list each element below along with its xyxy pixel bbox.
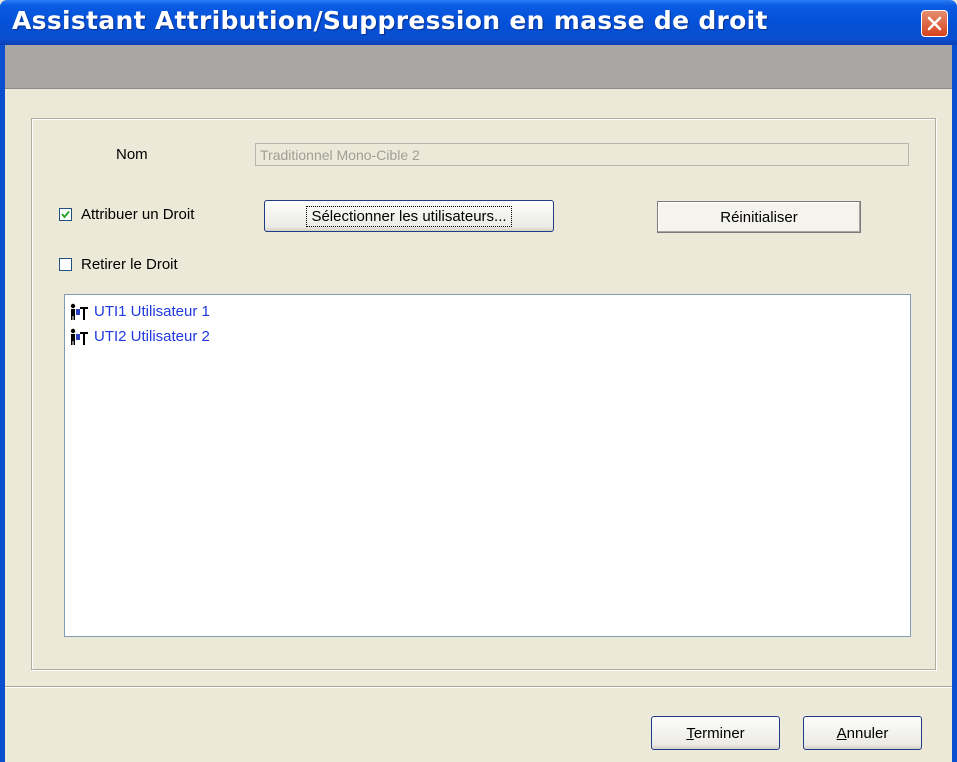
header-band [5,45,952,89]
list-item-user-2[interactable]: UTI2 Utilisateur 2 [69,326,210,346]
assign-right-label[interactable]: Attribuer un Droit [81,206,194,223]
cancel-label: Annuler [836,724,889,742]
list-item-label: UTI2 Utilisateur 2 [94,327,210,345]
select-users-label: Sélectionner les utilisateurs... [306,205,512,227]
user-icon [70,328,88,345]
remove-right-checkbox[interactable] [59,258,72,271]
finish-label: Terminer [686,724,745,742]
remove-right-label[interactable]: Retirer le Droit [81,256,178,273]
finish-button[interactable]: Terminer [651,716,780,750]
select-users-button[interactable]: Sélectionner les utilisateurs... [264,200,554,232]
close-button[interactable] [921,10,948,37]
user-icon [70,303,88,320]
list-item-user-1[interactable]: UTI1 Utilisateur 1 [69,301,210,321]
list-item-label: UTI1 Utilisateur 1 [94,302,210,320]
users-list[interactable]: UTI1 Utilisateur 1 UTI2 Utilisateur 2 [64,294,911,637]
cancel-button[interactable]: Annuler [803,716,922,750]
close-icon [927,16,942,31]
reset-button[interactable]: Réinitialiser [657,201,861,233]
reset-label: Réinitialiser [720,208,798,226]
assign-right-checkbox[interactable] [59,208,72,221]
title-bar: Assistant Attribution/Suppression en mas… [0,0,957,45]
window-frame-right [952,45,957,762]
name-label: Nom [116,146,148,163]
name-field[interactable] [255,143,909,166]
checkmark-icon [61,210,70,219]
footer-separator [5,686,952,688]
window-frame-left [0,45,5,762]
window-title: Assistant Attribution/Suppression en mas… [12,6,768,35]
